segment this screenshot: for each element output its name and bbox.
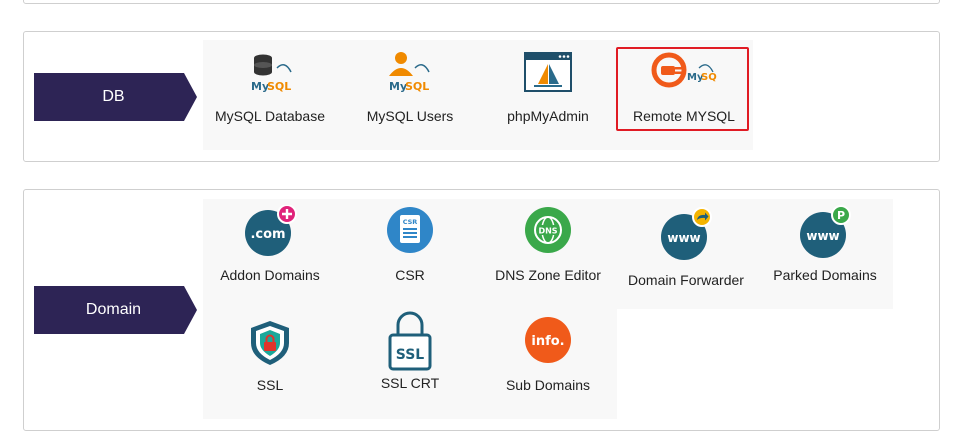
mysql-users-tile[interactable]: My SQL MySQL Users: [342, 40, 478, 150]
addon-domains-tile[interactable]: .com Addon Domains: [202, 199, 338, 309]
svg-text:SSL: SSL: [396, 347, 425, 363]
svg-text:SQL: SQL: [267, 80, 291, 93]
csr-icon: CSR: [385, 205, 435, 260]
domain-forwarder-tile[interactable]: www Domain Forwarder: [618, 199, 754, 309]
csr-label: CSR: [395, 267, 425, 283]
mysql-users-icon: My SQL: [383, 50, 437, 99]
remote-mysql-highlight: [616, 47, 749, 131]
phpmyadmin-label: phpMyAdmin: [507, 108, 589, 124]
svg-text:P: P: [837, 209, 845, 222]
mysql-database-tile[interactable]: My SQL MySQL Database: [202, 40, 338, 150]
dns-zone-editor-label: DNS Zone Editor: [495, 267, 601, 283]
ssl-label: SSL: [256, 377, 284, 393]
svg-text:SQL: SQL: [405, 80, 429, 93]
sub-domains-icon: info.: [523, 315, 573, 370]
svg-text:info.: info.: [531, 334, 564, 349]
phpmyadmin-icon: [524, 52, 572, 97]
ssl-crt-icon: SSL: [386, 309, 434, 376]
ssl-crt-label: SSL CRT: [380, 375, 440, 391]
domain-forwarder-label: Domain Forwarder: [628, 272, 744, 288]
parked-domains-tile[interactable]: www P Parked Domains: [757, 199, 893, 309]
addon-domains-label: Addon Domains: [220, 267, 320, 283]
mysql-users-label: MySQL Users: [366, 108, 454, 124]
addon-domains-icon: .com: [242, 204, 298, 262]
svg-text:www: www: [806, 229, 839, 243]
sub-domains-label: Sub Domains: [505, 377, 591, 393]
csr-tile[interactable]: CSR CSR: [342, 199, 478, 309]
dns-zone-editor-tile[interactable]: DNS DNS Zone Editor: [480, 199, 616, 309]
svg-text:CSR: CSR: [403, 218, 418, 226]
phpmyadmin-tile[interactable]: phpMyAdmin: [480, 40, 616, 150]
domain-forwarder-icon: www: [658, 207, 714, 266]
parked-domains-label: Parked Domains: [773, 267, 877, 283]
db-section-ribbon: DB: [34, 73, 197, 121]
db-section-title: DB: [102, 88, 125, 105]
mysql-database-icon: My SQL: [243, 50, 297, 99]
ssl-crt-tile[interactable]: SSL SSL CRT: [342, 309, 478, 419]
mysql-database-label: MySQL Database: [215, 108, 325, 124]
dns-zone-editor-icon: DNS: [523, 205, 573, 260]
domain-section-title: Domain: [85, 301, 142, 318]
svg-text:.com: .com: [250, 227, 285, 242]
ssl-tile[interactable]: SSL: [202, 309, 338, 419]
parked-domains-icon: www P: [797, 205, 853, 264]
domain-section-ribbon: Domain: [34, 286, 197, 334]
previous-section-panel: [23, 0, 940, 4]
ssl-shield-icon: [248, 319, 292, 372]
svg-text:www: www: [667, 231, 700, 245]
svg-text:DNS: DNS: [538, 227, 557, 236]
sub-domains-tile[interactable]: info. Sub Domains: [480, 309, 616, 419]
